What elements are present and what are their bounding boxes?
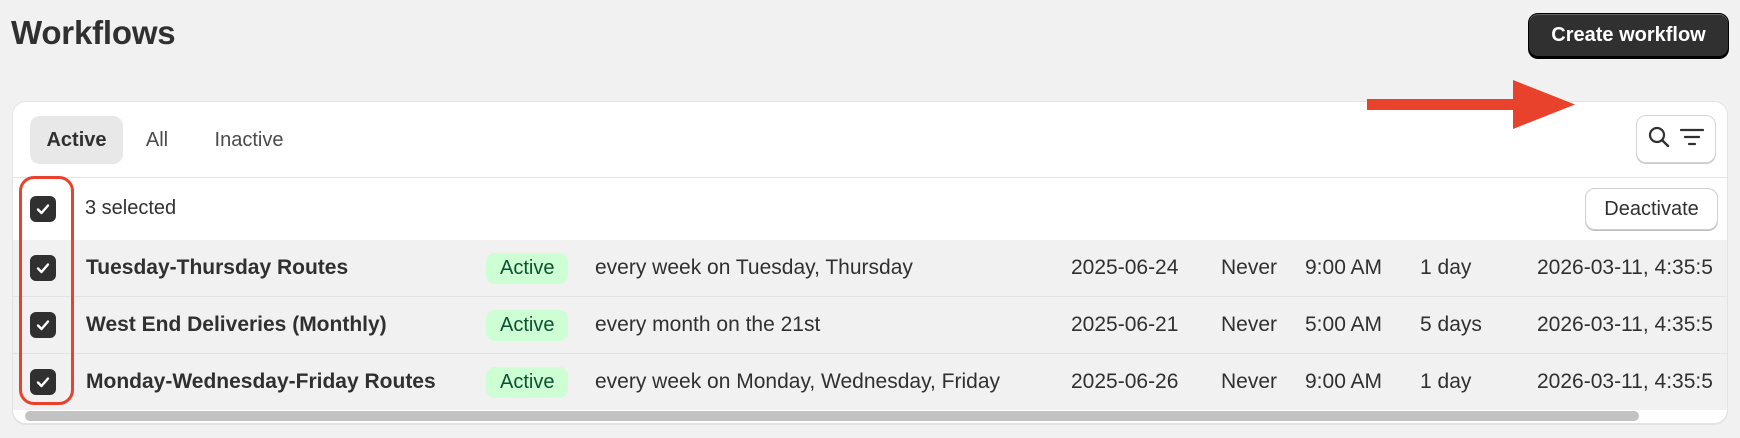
table-row[interactable]: West End Deliveries (Monthly) Active eve… — [13, 297, 1727, 354]
selected-count: 3 selected — [85, 197, 177, 219]
schedule: every month on the 21st — [595, 313, 821, 336]
schedule: every week on Monday, Wednesday, Friday — [595, 370, 1001, 393]
end-date: Never — [1221, 313, 1278, 336]
search-icon — [1647, 125, 1671, 154]
tab-all[interactable]: All — [131, 116, 183, 164]
deactivate-button[interactable]: Deactivate — [1585, 188, 1718, 230]
page-title: Workflows — [11, 14, 176, 51]
duration: 5 days — [1420, 313, 1482, 336]
filter-icon — [1679, 126, 1705, 153]
workflows-card: Active All Inactive 3 selected Deactivat… — [12, 101, 1728, 424]
arrow-right-annotation-icon — [1367, 80, 1575, 129]
scrollbar-thumb[interactable] — [25, 411, 1639, 421]
horizontal-scrollbar[interactable] — [13, 407, 1727, 423]
start-date: 2025-06-26 — [1071, 370, 1179, 393]
workflow-name[interactable]: West End Deliveries (Monthly) — [86, 297, 387, 353]
start-date: 2025-06-24 — [1071, 256, 1179, 279]
status-badge: Active — [486, 309, 569, 341]
run-time: 9:00 AM — [1305, 256, 1383, 279]
run-time: 5:00 AM — [1305, 313, 1383, 336]
bulk-actions-bar: 3 selected Deactivate — [13, 178, 1727, 241]
duration: 1 day — [1420, 256, 1472, 279]
start-date: 2025-06-21 — [1071, 313, 1179, 336]
updated-at: 2026-03-11, 4:35:5 — [1537, 370, 1713, 393]
tab-inactive[interactable]: Inactive — [193, 116, 305, 164]
updated-at: 2026-03-11, 4:35:5 — [1537, 313, 1713, 336]
table-row[interactable]: Tuesday-Thursday Routes Active every wee… — [13, 240, 1727, 297]
end-date: Never — [1221, 370, 1278, 393]
run-time: 9:00 AM — [1305, 370, 1383, 393]
table-row[interactable]: Monday-Wednesday-Friday Routes Active ev… — [13, 354, 1727, 410]
updated-at: 2026-03-11, 4:35:5 — [1537, 256, 1713, 279]
duration: 1 day — [1420, 370, 1472, 393]
status-badge: Active — [486, 366, 569, 398]
schedule: every week on Tuesday, Thursday — [595, 256, 913, 279]
workflow-name[interactable]: Monday-Wednesday-Friday Routes — [86, 354, 436, 410]
create-workflow-button[interactable]: Create workflow — [1528, 13, 1729, 57]
workflow-name[interactable]: Tuesday-Thursday Routes — [86, 240, 348, 296]
workflows-table: Tuesday-Thursday Routes Active every wee… — [13, 240, 1727, 410]
end-date: Never — [1221, 256, 1278, 279]
search-filter-button[interactable] — [1636, 115, 1716, 163]
status-badge: Active — [486, 252, 569, 284]
checkbox-highlight-annotation — [19, 176, 74, 405]
tab-active[interactable]: Active — [30, 116, 123, 164]
